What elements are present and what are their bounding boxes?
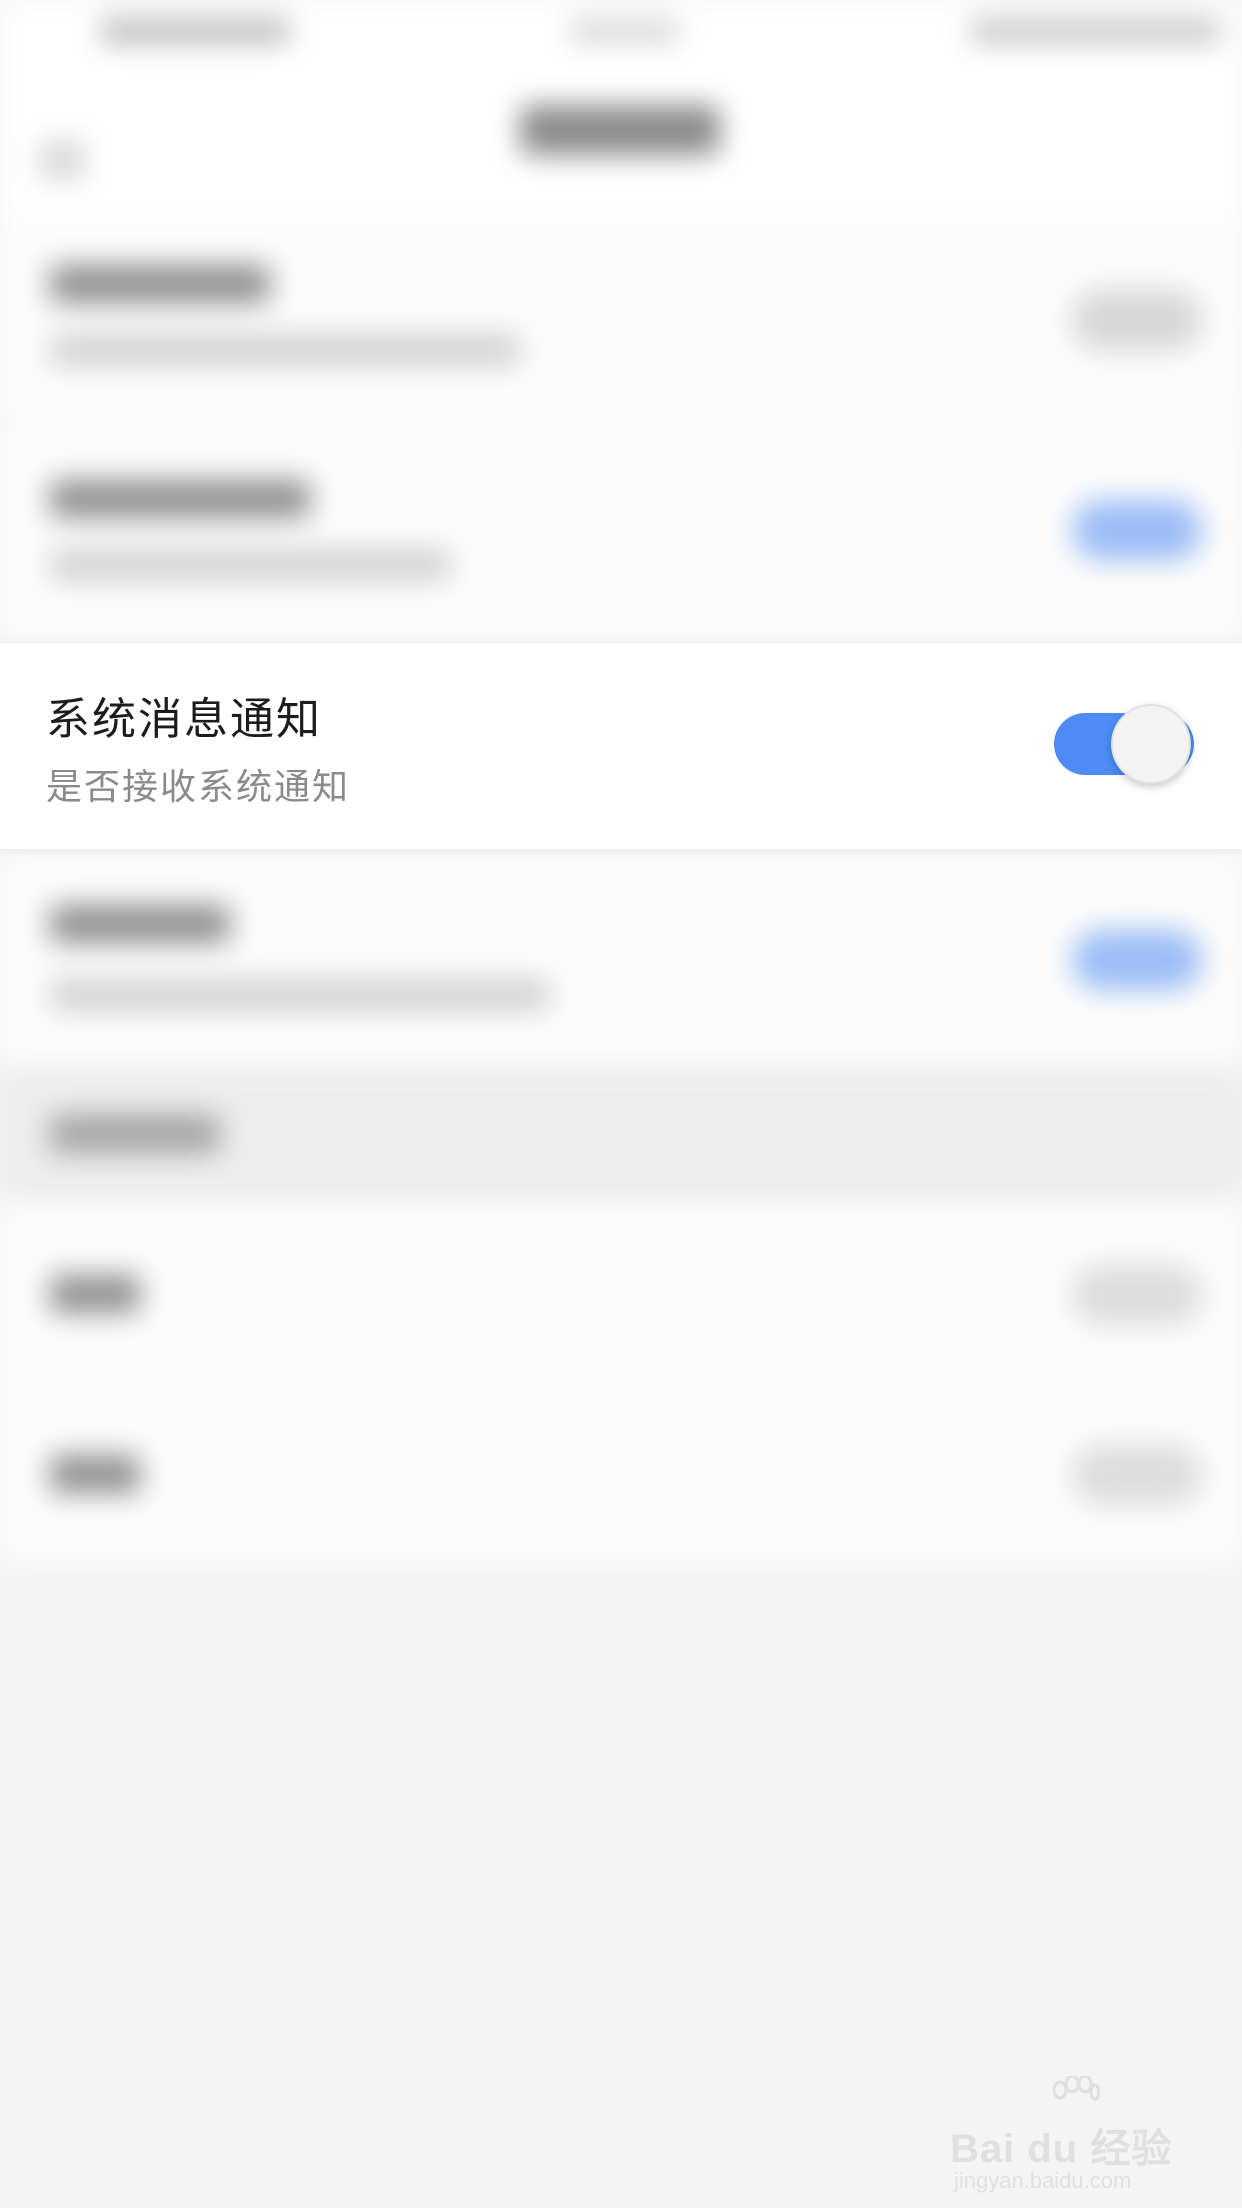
status-bar-right [970, 18, 1220, 44]
system-message-notification-row: 系统消息通知 是否接收系统通知 [0, 643, 1242, 849]
status-bar-time [570, 20, 680, 42]
blurred-setting-row [0, 1200, 1242, 1390]
nav-bar [0, 60, 1242, 220]
blurred-section-header [0, 1070, 1242, 1200]
blurred-setting-row [0, 855, 1242, 1065]
system-notification-toggle[interactable] [1054, 704, 1194, 784]
blurred-setting-row [0, 425, 1242, 640]
setting-subtitle: 是否接收系统通知 [46, 767, 351, 808]
back-button [40, 140, 85, 180]
blurred-setting-row [0, 1390, 1242, 1560]
watermark-logo: Bai du 经验 [950, 2127, 1173, 2171]
setting-title: 系统消息通知 [46, 694, 322, 745]
watermark-url: jingyan.baidu.com [954, 2168, 1132, 2193]
toggle-knob [1111, 704, 1191, 784]
blurred-background [0, 0, 1242, 2208]
paw-icon [1052, 2076, 1100, 2101]
baidu-jingyan-watermark: Bai du 经验 jingyan.baidu.com [950, 2070, 1190, 2193]
status-bar [0, 0, 1242, 60]
nav-title [520, 105, 720, 155]
status-bar-left [100, 18, 290, 44]
blurred-setting-row [0, 220, 1242, 420]
